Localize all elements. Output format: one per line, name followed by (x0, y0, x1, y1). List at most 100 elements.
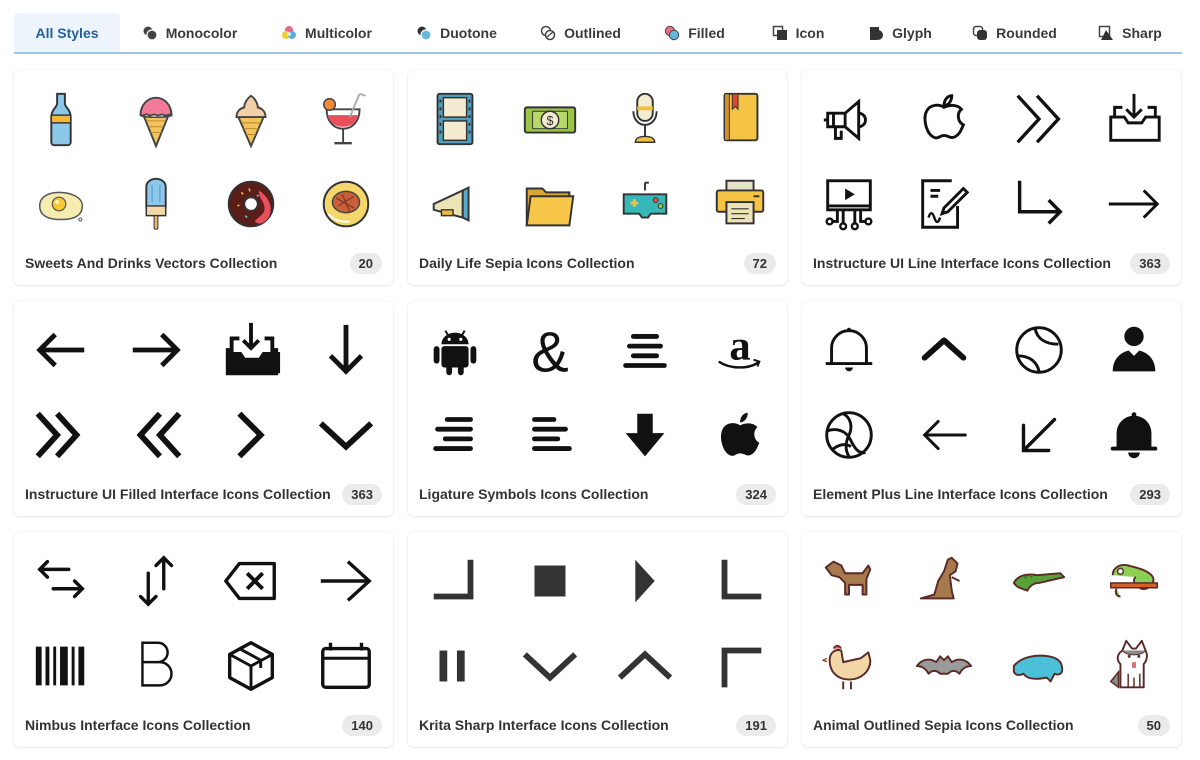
collection-title[interactable]: Animal Outlined Sepia Icons Collection (813, 717, 1074, 733)
card-footer: Daily Life Sepia Icons Collection 72 (419, 252, 776, 274)
kangaroo-icon (897, 538, 992, 623)
collection-title[interactable]: Krita Sharp Interface Icons Collection (419, 717, 669, 733)
icon-count-badge: 72 (743, 252, 776, 274)
icon-count-badge: 324 (736, 483, 776, 505)
amazon-icon: a (692, 307, 787, 392)
sharp-icon (1098, 25, 1114, 41)
arrow-left-icon (897, 392, 992, 477)
arrows-swap-vertical-icon (109, 538, 204, 623)
popsicle-icon (109, 161, 204, 246)
manatee-icon (992, 623, 1087, 708)
chevron-down-icon (503, 623, 598, 708)
barcode-icon (14, 623, 109, 708)
icon-count-badge: 191 (736, 714, 776, 736)
arrow-down-left-icon (992, 392, 1087, 477)
bat-icon (897, 623, 992, 708)
collection-title[interactable]: Instructure UI Filled Interface Icons Co… (25, 486, 331, 502)
icon-style-icon (772, 25, 788, 41)
tab-monocolor[interactable]: Monocolor (120, 13, 259, 52)
double-chevron-right-icon (14, 392, 109, 477)
collection-card[interactable]: Sweets And Drinks Vectors Collection 20 (14, 70, 393, 285)
card-footer: Element Plus Line Interface Icons Collec… (813, 483, 1170, 505)
chevron-up-icon (598, 623, 693, 708)
box-icon (204, 623, 299, 708)
collection-card[interactable]: Element Plus Line Interface Icons Collec… (802, 301, 1181, 516)
collection-title[interactable]: Element Plus Line Interface Icons Collec… (813, 486, 1108, 502)
baseball-icon (992, 307, 1087, 392)
icon-preview-grid: $ (408, 76, 787, 246)
tab-label: Filled (688, 24, 725, 41)
tab-all-styles[interactable]: All Styles (14, 13, 120, 52)
soda-bottle-icon (14, 76, 109, 161)
chevron-up-icon (897, 307, 992, 392)
play-icon (598, 538, 693, 623)
monocolor-icon (142, 25, 158, 41)
folder-icon (503, 161, 598, 246)
arrow-right-icon (1086, 161, 1181, 246)
collection-title[interactable]: Daily Life Sepia Icons Collection (419, 255, 635, 271)
collection-card[interactable]: $ Daily Life Sepia Icons Collection 72 (408, 70, 787, 285)
rounded-icon (972, 25, 988, 41)
collection-card[interactable]: & a Ligature Symbols Icons Collection 324 (408, 301, 787, 516)
icon-preview-grid (802, 307, 1181, 477)
chevron-right-icon (204, 392, 299, 477)
tab-icon[interactable]: Icon (747, 13, 849, 52)
collection-title[interactable]: Nimbus Interface Icons Collection (25, 717, 251, 733)
align-center-icon (598, 307, 693, 392)
arrows-swap-horizontal-icon (14, 538, 109, 623)
tab-outlined[interactable]: Outlined (519, 13, 642, 52)
icon-preview-grid (802, 538, 1181, 708)
glyph-icon (868, 25, 884, 41)
basketball-icon (802, 392, 897, 477)
double-chevron-left-icon (109, 392, 204, 477)
tab-label: Monocolor (165, 24, 238, 41)
tab-label: All Styles (35, 24, 99, 41)
card-footer: Nimbus Interface Icons Collection 140 (25, 714, 382, 736)
outlined-icon (540, 25, 556, 41)
collection-card[interactable]: Nimbus Interface Icons Collection 140 (14, 532, 393, 747)
collection-card[interactable]: Instructure UI Line Interface Icons Coll… (802, 70, 1181, 285)
chevron-down-icon (298, 392, 393, 477)
book-icon (692, 76, 787, 161)
ice-cream-cone-vanilla-icon (204, 76, 299, 161)
collection-title[interactable]: Instructure UI Line Interface Icons Coll… (813, 255, 1111, 271)
tab-filled[interactable]: Filled (642, 13, 747, 52)
collection-card[interactable]: Instructure UI Filled Interface Icons Co… (14, 301, 393, 516)
svg-text:a: a (729, 322, 750, 369)
tab-label: Glyph (892, 24, 932, 41)
icon-preview-grid: & a (408, 307, 787, 477)
icon-preview-grid (14, 76, 393, 246)
user-icon (1086, 307, 1181, 392)
android-icon (408, 307, 503, 392)
icon-preview-grid (408, 538, 787, 708)
card-footer: Sweets And Drinks Vectors Collection 20 (25, 252, 382, 274)
corner-bottom-left-icon (692, 538, 787, 623)
tab-multicolor[interactable]: Multicolor (259, 13, 394, 52)
tab-sharp[interactable]: Sharp (1078, 13, 1182, 52)
double-chevron-right-icon (992, 76, 1087, 161)
arrow-right-icon (109, 307, 204, 392)
tab-duotone[interactable]: Duotone (394, 13, 519, 52)
tab-rounded[interactable]: Rounded (951, 13, 1078, 52)
dog-icon (802, 538, 897, 623)
icon-count-badge: 293 (1130, 483, 1170, 505)
card-footer: Ligature Symbols Icons Collection 324 (419, 483, 776, 505)
tab-glyph[interactable]: Glyph (849, 13, 951, 52)
card-footer: Krita Sharp Interface Icons Collection 19… (419, 714, 776, 736)
collection-title[interactable]: Sweets And Drinks Vectors Collection (25, 255, 277, 271)
collection-card[interactable]: Krita Sharp Interface Icons Collection 19… (408, 532, 787, 747)
video-network-icon (802, 161, 897, 246)
arrow-down-bold-icon (598, 392, 693, 477)
ampersand-icon: & (503, 307, 598, 392)
align-left-icon (503, 392, 598, 477)
corner-top-left-icon (692, 623, 787, 708)
collection-card[interactable]: Animal Outlined Sepia Icons Collection 50 (802, 532, 1181, 747)
collection-title[interactable]: Ligature Symbols Icons Collection (419, 486, 648, 502)
pause-icon (408, 623, 503, 708)
chameleon-icon (1086, 538, 1181, 623)
film-strip-icon (408, 76, 503, 161)
backspace-icon (204, 538, 299, 623)
arrow-turn-down-right-icon (992, 161, 1087, 246)
tab-label: Rounded (996, 24, 1057, 41)
tab-label: Duotone (440, 24, 497, 41)
